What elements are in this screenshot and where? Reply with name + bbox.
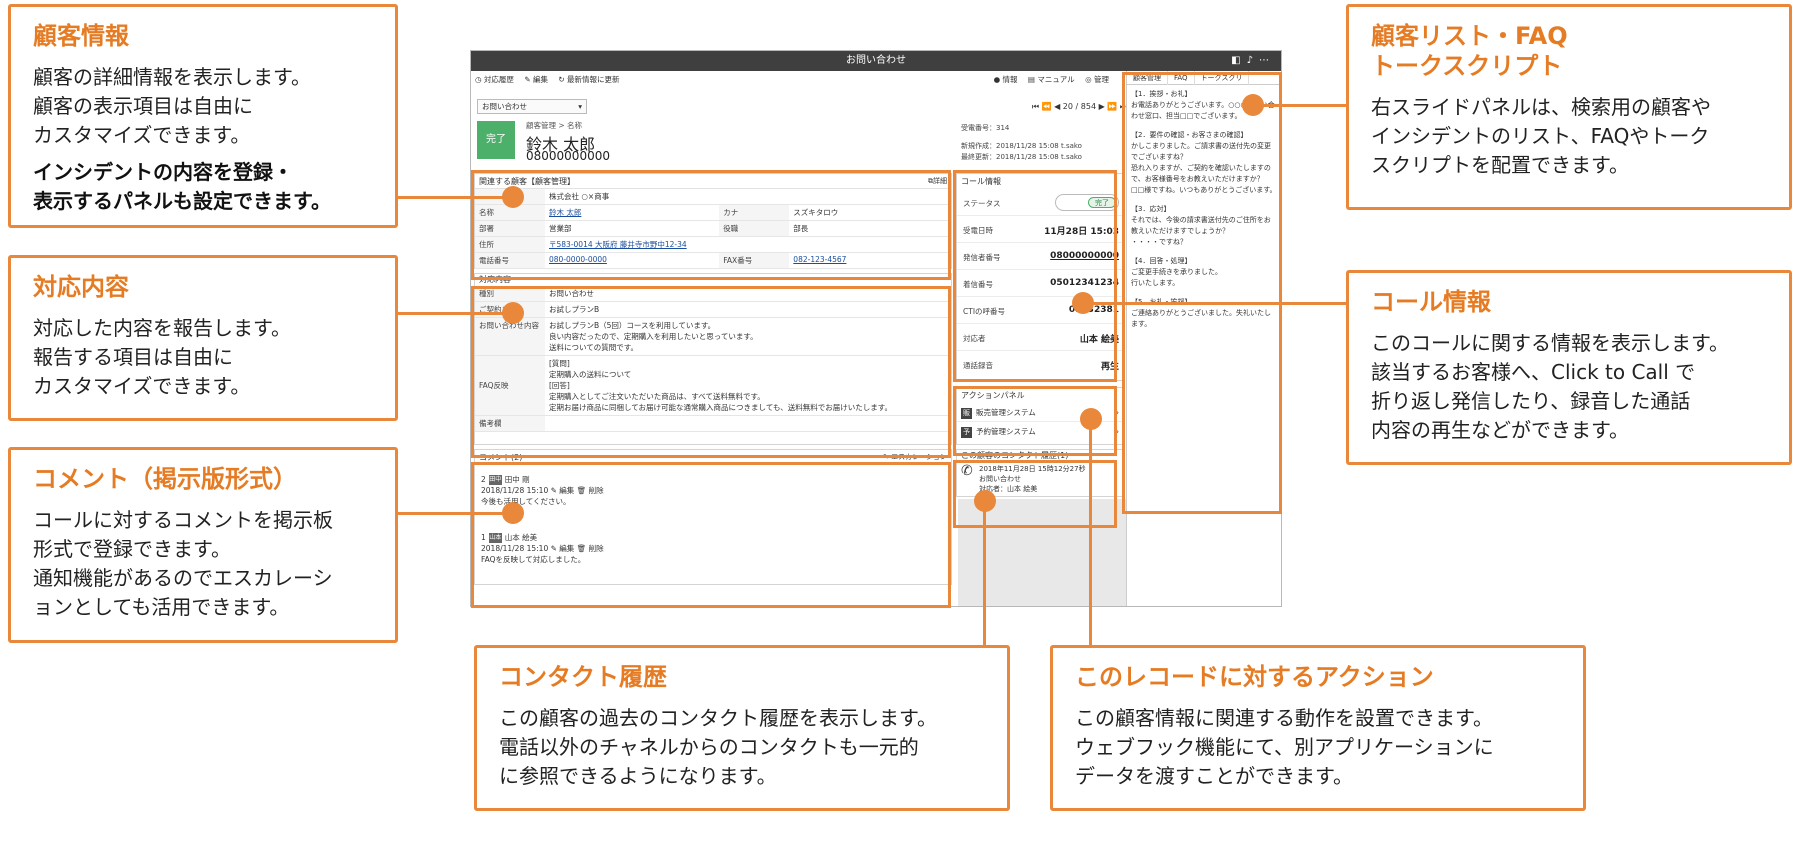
next-10-icon[interactable]: ⏩ [1107, 102, 1117, 111]
admin-button[interactable]: ◎ 管理 [1085, 75, 1109, 84]
callout-bold-line: 表示するパネルも設定できます。 [33, 189, 331, 213]
callout-line: この顧客の過去のコンタクト履歴を表示します。 [499, 706, 937, 730]
connector-dot [502, 502, 524, 524]
connector-line [398, 312, 514, 315]
callout-line: ウェブフック機能にて、別アプリケーションに [1075, 735, 1494, 759]
edit-button[interactable]: ✎ 編集 [524, 75, 548, 84]
callout-line: カスタマイズできます。 [33, 374, 251, 398]
bell-icon[interactable]: ♪ [1247, 55, 1259, 66]
callout-line: コールに対するコメントを掲示板 [33, 508, 333, 532]
callout-line: 顧客の表示項目は自由に [33, 94, 253, 118]
connector-dot [1072, 292, 1094, 314]
callout-customer-list: 顧客リスト・FAQ トークスクリプト 右スライドパネルは、検索用の顧客や インシ… [1346, 4, 1792, 210]
callout-comment: コメント（掲示版形式） コールに対するコメントを掲示板 形式で登録できます。 通… [8, 447, 398, 643]
connector-dot [1242, 94, 1264, 116]
callout-line: 通知機能があるのでエスカレーシ [33, 566, 333, 590]
created-info: 新規作成：2018/11/28 15:08 t.sako [961, 142, 1082, 150]
manual-button[interactable]: ▤ マニュアル [1028, 75, 1075, 84]
pager: ⏮ ⏪ ◀ 20 / 854 ▶ ⏩ ⏭ [971, 99, 1131, 114]
callout-response: 対応内容 対応した内容を報告します。 報告する項目は自由に カスタマイズできます… [8, 255, 398, 421]
connector-dot [502, 186, 524, 208]
highlight-call-panel [953, 170, 1117, 382]
history-button[interactable]: ◷ 対応履歴 [475, 75, 514, 84]
callout-line: 右スライドパネルは、検索用の顧客や [1371, 95, 1711, 119]
callout-line: この顧客情報に関連する動作を設置できます。 [1075, 706, 1493, 730]
highlight-slide-panel [1122, 72, 1282, 514]
callout-contact-history: コンタクト履歴 この顧客の過去のコンタクト履歴を表示します。 電話以外のチャネル… [474, 645, 1010, 811]
highlight-response-panel [471, 286, 951, 458]
callout-line: に参照できるようになります。 [499, 764, 777, 788]
prev-page-icon[interactable]: ◀ [1054, 102, 1060, 111]
callout-line: インシデントのリスト、FAQやトーク [1371, 124, 1710, 148]
callout-line: このコールに関する情報を表示します。 [1371, 331, 1729, 355]
connector-line [1082, 302, 1346, 305]
connector-line [1089, 420, 1092, 645]
receipt-number: 受電番号：314 [961, 124, 1010, 132]
pager-count: 20 / 854 [1062, 102, 1097, 111]
highlight-comment-panel [471, 462, 951, 608]
callout-record-action: このレコードに対するアクション この顧客情報に関連する動作を設置できます。 ウェ… [1050, 645, 1586, 811]
window-title: お問い合わせ [846, 55, 906, 66]
callout-line: 電話以外のチャネルからのコンタクトも一元的 [499, 735, 919, 759]
callout-line: 形式で登録できます。 [33, 537, 231, 561]
connector-dot [974, 490, 996, 512]
panel-toggle-icon[interactable]: ◧ [1231, 55, 1246, 66]
callout-line: 報告する項目は自由に [33, 345, 233, 369]
callout-line: 該当するお客様へ、Click to Call で [1371, 360, 1696, 384]
status-badge: 完了 [477, 121, 515, 159]
highlight-related-panel [471, 170, 951, 280]
connector-line [1258, 104, 1346, 107]
prev-10-icon[interactable]: ⏪ [1042, 102, 1052, 111]
callout-line: 対応した内容を報告します。 [33, 316, 291, 340]
next-page-icon[interactable]: ▶ [1099, 102, 1105, 111]
connector-line [398, 196, 514, 199]
callout-title: 対応内容 [33, 273, 129, 301]
callout-line: 内容の再生などができます。 [1371, 418, 1629, 442]
callout-line: データを渡すことができます。 [1075, 764, 1353, 788]
callout-title: コール情報 [1371, 288, 1491, 316]
connector-line [983, 500, 986, 645]
refresh-button[interactable]: ↻ 最新情報に更新 [558, 75, 619, 84]
subject-select-value: お問い合わせ [482, 102, 527, 111]
callout-title: トークスクリプト [1371, 52, 1563, 80]
title-bar: お問い合わせ ◧♪⋯ [471, 51, 1281, 71]
subject-select[interactable]: お問い合わせ ▾ [477, 99, 587, 114]
callout-title: 顧客リスト・FAQ [1371, 22, 1568, 50]
customer-path: 顧客管理 > 名称 [526, 121, 583, 130]
callout-call-info: コール情報 このコールに関する情報を表示します。 該当するお客様へ、Click … [1346, 270, 1792, 465]
callout-title: コンタクト履歴 [499, 663, 667, 691]
connector-dot [502, 302, 524, 324]
toolbar: ◷ 対応履歴 ✎ 編集 ↻ 最新情報に更新 ● 情報 ▤ マニュアル ◎ 管理 [471, 73, 1131, 87]
customer-phone: 08000000000 [526, 149, 610, 163]
callout-line: 折り返し発信したり、録音した通話 [1371, 389, 1691, 413]
callout-line: スクリプトを配置できます。 [1371, 153, 1629, 177]
callout-customer-info: 顧客情報 顧客の詳細情報を表示します。 顧客の表示項目は自由に カスタマイズでき… [8, 4, 398, 228]
callout-line: 顧客の詳細情報を表示します。 [33, 65, 311, 89]
chevron-down-icon: ▾ [578, 102, 582, 111]
callout-title: 顧客情報 [33, 22, 129, 50]
first-page-icon[interactable]: ⏮ [1032, 102, 1039, 111]
connector-line [398, 512, 514, 515]
updated-info: 最終更新：2018/11/28 15:08 t.sako [961, 153, 1082, 161]
callout-line: カスタマイズできます。 [33, 123, 251, 147]
callout-bold-line: インシデントの内容を登録・ [33, 160, 293, 184]
callout-title: コメント（掲示版形式） [33, 465, 297, 493]
callout-title: このレコードに対するアクション [1075, 663, 1434, 691]
info-button[interactable]: ● 情報 [994, 75, 1018, 84]
more-icon[interactable]: ⋯ [1259, 55, 1275, 66]
callout-line: ョンとしても活用できます。 [33, 595, 290, 619]
connector-dot [1080, 408, 1102, 430]
